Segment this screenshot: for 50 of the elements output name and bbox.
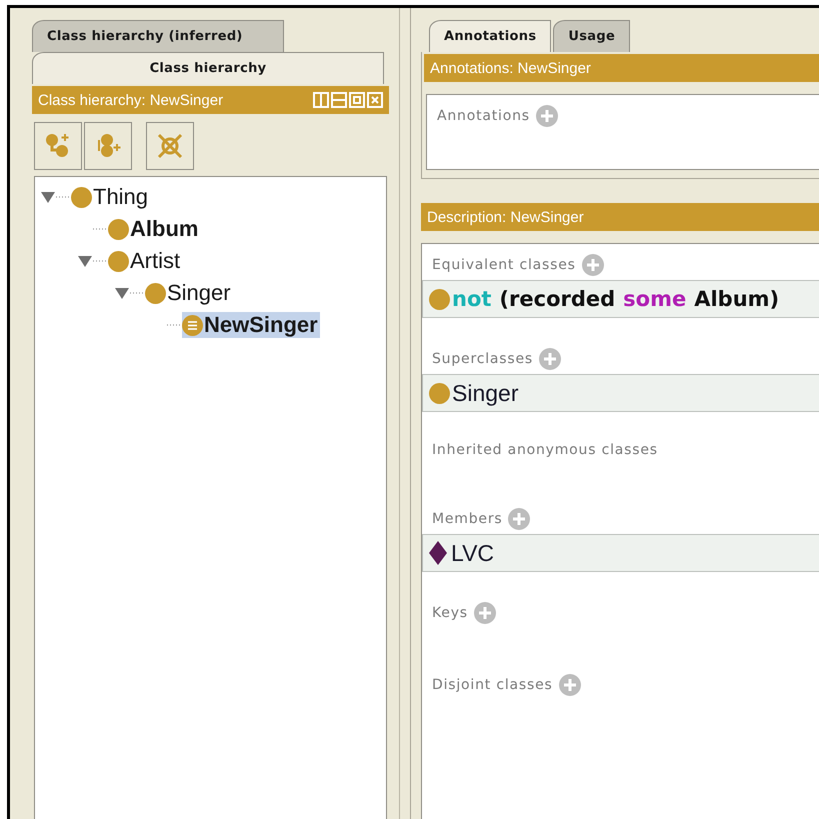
tab[interactable]: Annotations [429, 20, 552, 52]
section-label: Keys [432, 605, 468, 621]
add-icon[interactable] [508, 508, 530, 530]
section-label: Equivalent classes [432, 257, 576, 273]
expression-text: not [452, 287, 492, 311]
expanded-arrow-icon[interactable] [115, 286, 129, 300]
window-controls-icon[interactable] [313, 92, 383, 108]
connector-line [167, 324, 181, 326]
expression-text: LVC [451, 540, 494, 566]
connector-line [93, 228, 107, 230]
section-label: Members [432, 511, 502, 527]
frame-item[interactable]: not (recorded some Album) [422, 280, 819, 318]
section-label: Superclasses [432, 351, 533, 367]
class-icon [429, 288, 450, 310]
tab[interactable]: Class hierarchy (inferred) [32, 20, 284, 52]
add-icon[interactable] [582, 254, 604, 276]
frame-item[interactable]: LVC [422, 534, 819, 572]
section-label: Inherited anonymous classes [432, 442, 658, 458]
tab[interactable]: Class hierarchy [32, 52, 384, 84]
connector-line [130, 292, 144, 294]
expanded-arrow-icon[interactable] [78, 254, 92, 268]
section-label: Annotations [437, 108, 530, 124]
expression-text: some [623, 287, 686, 311]
delete-class-button[interactable] [146, 122, 194, 170]
add-icon[interactable] [538, 348, 561, 370]
add-icon[interactable] [474, 602, 496, 624]
panel-title: Annotations: NewSinger [430, 60, 591, 76]
connector-line [93, 260, 107, 262]
expression-text: Singer [452, 380, 518, 406]
frame-item[interactable]: Singer [422, 374, 819, 412]
section-label: Disjoint classes [432, 677, 553, 693]
add-sibling-button[interactable] [84, 122, 132, 170]
tree-item[interactable]: NewSinger [182, 312, 320, 338]
add-icon[interactable] [558, 674, 581, 696]
tree-item[interactable]: Thing [71, 184, 150, 210]
tab[interactable]: Usage [553, 20, 630, 52]
connector-line [56, 196, 70, 198]
tree-item[interactable]: Artist [108, 248, 182, 274]
tree-item[interactable]: Album [108, 216, 200, 242]
delete-class-icon [156, 132, 184, 160]
expression-text: (recorded [499, 287, 616, 311]
tree-item[interactable]: Singer [145, 280, 233, 306]
expanded-arrow-icon[interactable] [41, 190, 55, 204]
add-icon[interactable] [536, 105, 558, 127]
add-subclass-button[interactable] [34, 122, 82, 170]
individual-icon [429, 541, 447, 565]
expression-text: Album) [694, 287, 780, 311]
class-icon [429, 382, 450, 404]
panel-title: Description: NewSinger [427, 208, 584, 226]
panel-title: Class hierarchy: NewSinger [38, 92, 224, 108]
